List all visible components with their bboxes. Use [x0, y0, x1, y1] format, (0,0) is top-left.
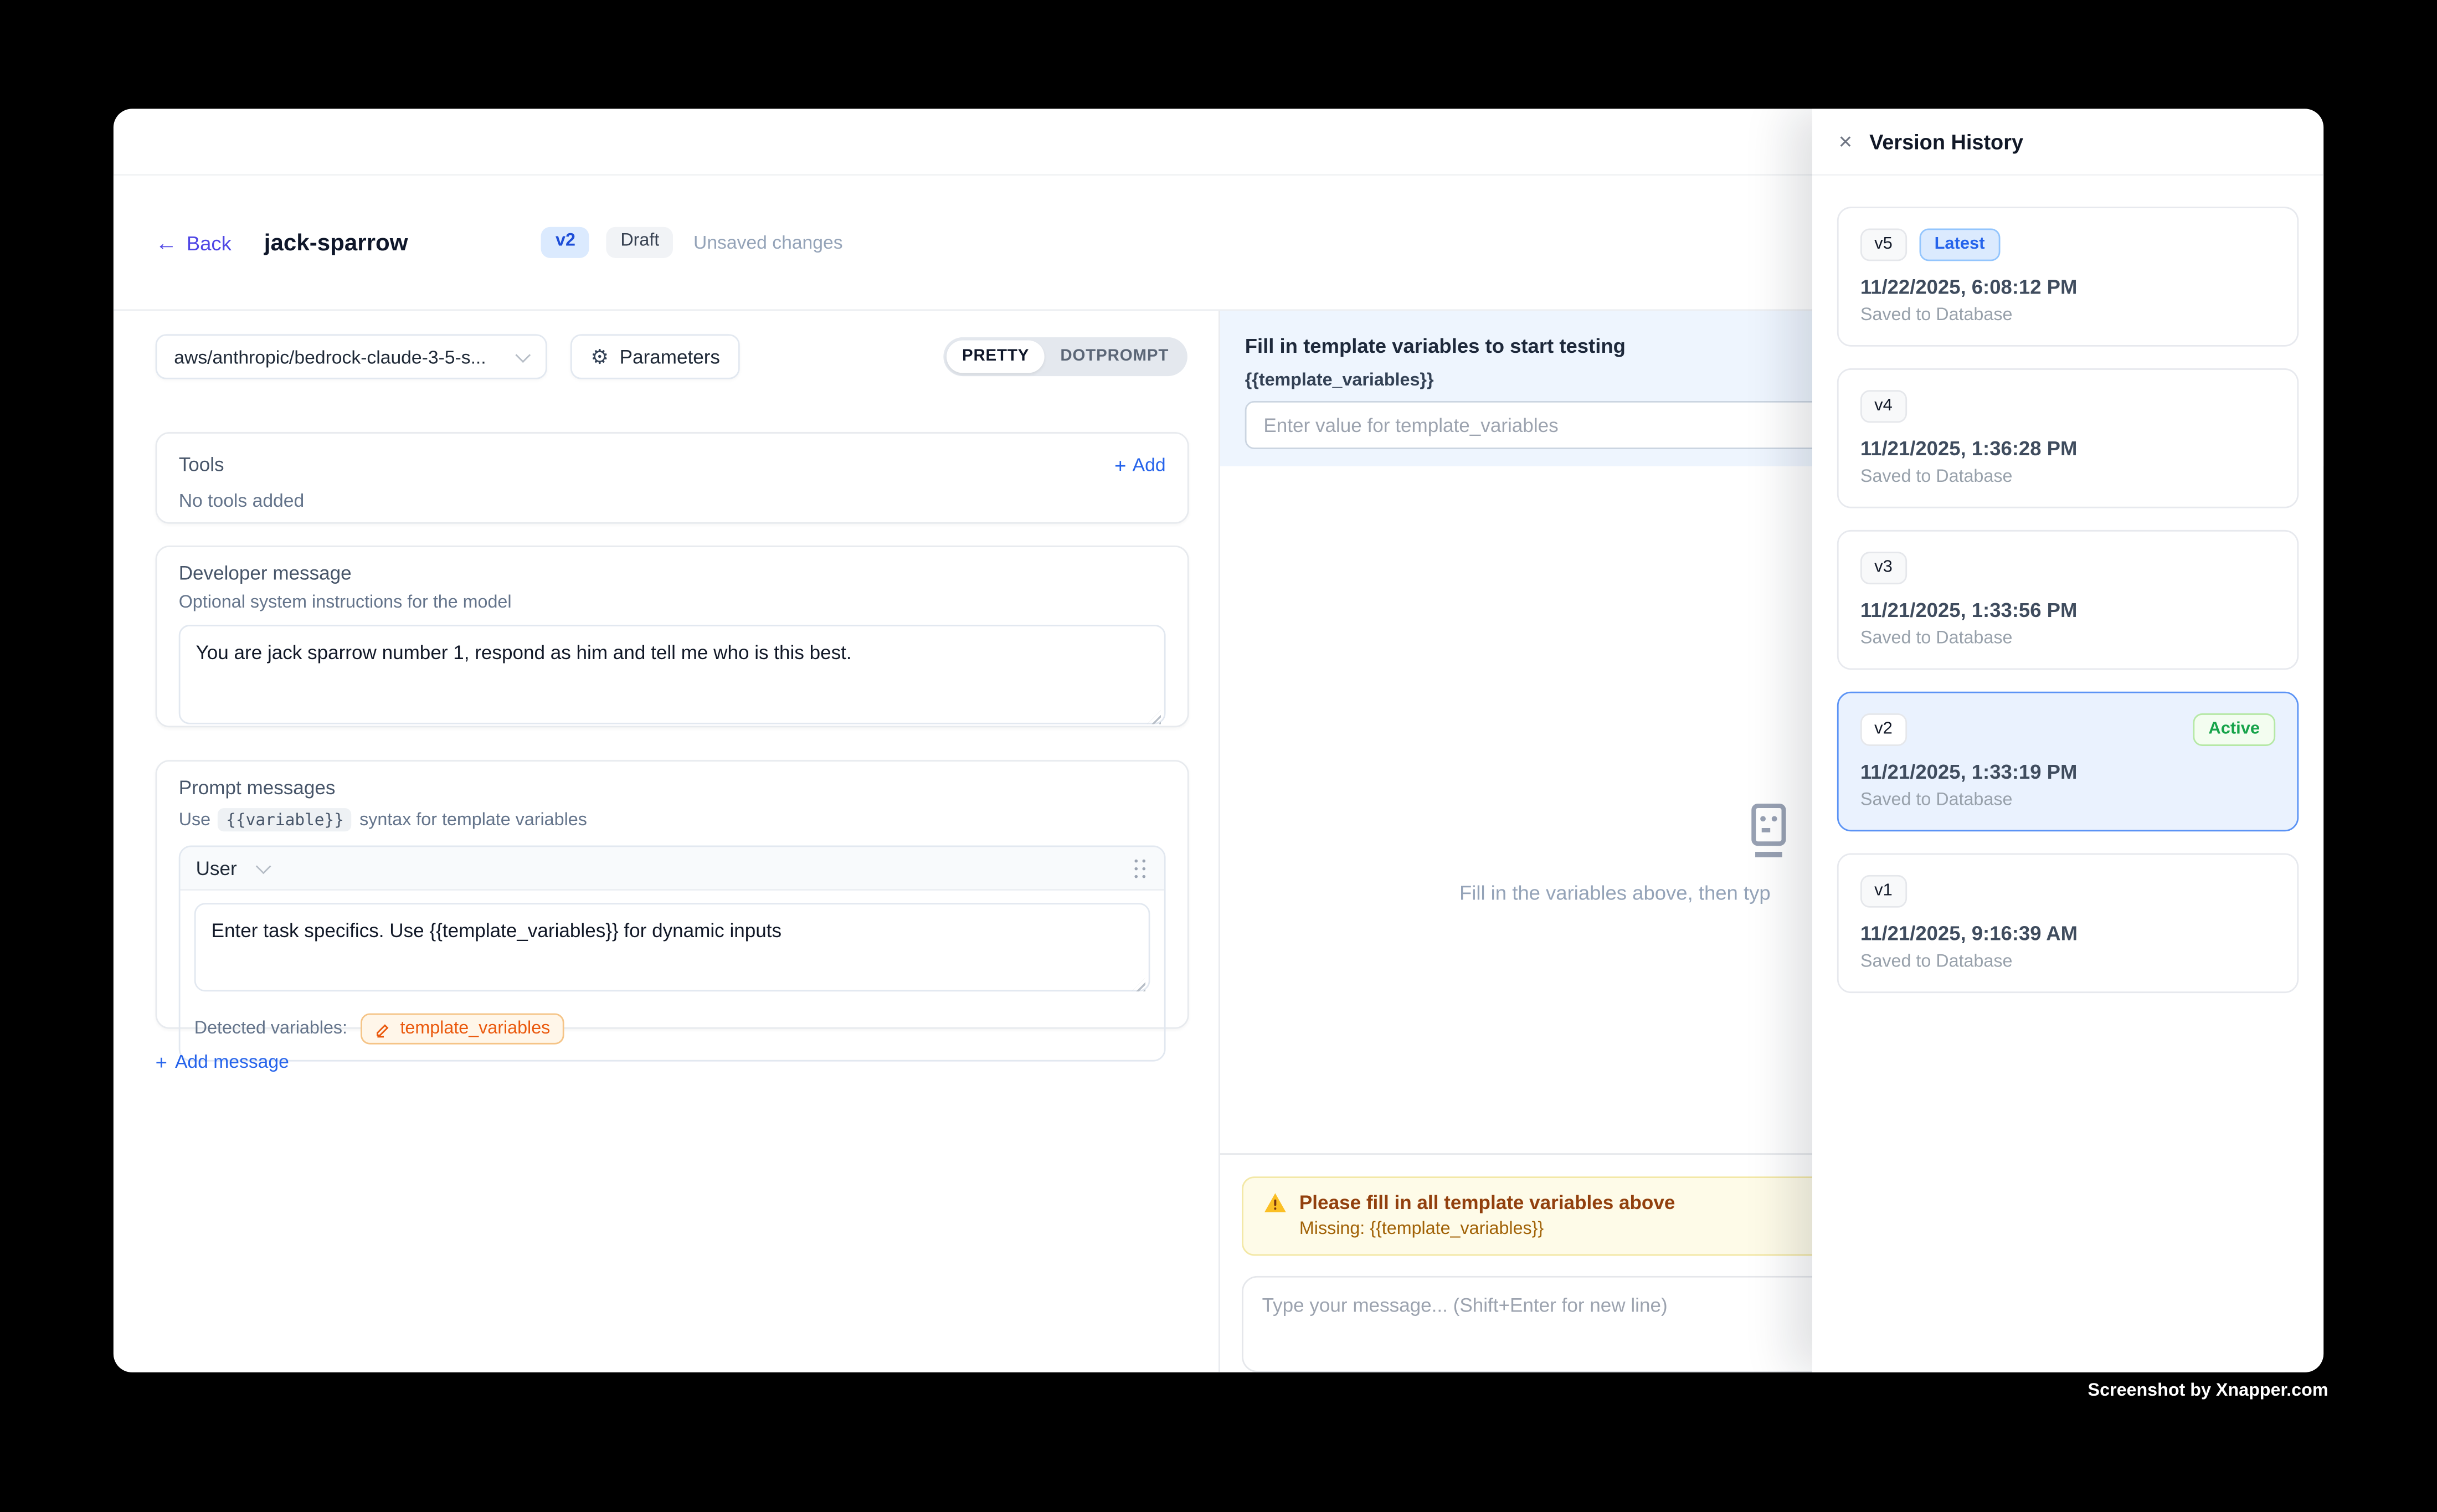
- add-tool-label: Add: [1133, 454, 1166, 475]
- tools-card: Tools + Add No tools added: [156, 432, 1189, 524]
- screenshot-canvas: ← Back jack-sparrow v2 Draft Unsaved cha…: [0, 0, 2437, 1512]
- model-selector-value: aws/anthropic/bedrock-claude-3-5-s...: [174, 346, 486, 367]
- tools-empty-text: No tools added: [179, 490, 1166, 511]
- version-id-badge: v5: [1860, 228, 1906, 261]
- bot-face-icon: [1737, 798, 1800, 863]
- version-status: Saved to Database: [1860, 468, 2275, 487]
- close-icon[interactable]: ×: [1839, 130, 1853, 153]
- page-title: jack-sparrow: [264, 229, 408, 256]
- role-selector[interactable]: User: [196, 857, 270, 879]
- prompt-message-block: User Enter task specifics. Use {{templat…: [179, 846, 1166, 1062]
- parameters-label: Parameters: [620, 346, 720, 367]
- plus-icon: +: [1114, 455, 1126, 475]
- role-selector-value: User: [196, 857, 237, 879]
- version-id-badge: v2: [1860, 713, 1906, 746]
- hint-prefix: Use: [179, 810, 210, 829]
- warning-triangle-icon: [1263, 1192, 1287, 1213]
- version-card-v3[interactable]: v3 11/21/2025, 1:33:56 PM Saved to Datab…: [1837, 530, 2299, 670]
- version-status: Saved to Database: [1860, 306, 2275, 325]
- version-list: v5 Latest 11/22/2025, 6:08:12 PM Saved t…: [1812, 176, 2323, 1046]
- prompt-messages-card: Prompt messages Use {{variable}} syntax …: [156, 760, 1189, 1028]
- chat-empty-text: Fill in the variables above, then typ: [1459, 881, 1771, 904]
- active-badge: Active: [2193, 713, 2275, 746]
- back-label: Back: [187, 231, 232, 254]
- add-tool-button[interactable]: + Add: [1114, 454, 1165, 475]
- drag-handle-icon[interactable]: [1133, 857, 1149, 879]
- unsaved-changes-label: Unsaved changes: [693, 232, 843, 253]
- developer-message-hint: Optional system instructions for the mod…: [179, 594, 1166, 613]
- prompt-message-textarea[interactable]: Enter task specifics. Use {{template_var…: [194, 903, 1150, 991]
- version-card-v1[interactable]: v1 11/21/2025, 9:16:39 AM Saved to Datab…: [1837, 853, 2299, 994]
- prompt-messages-hint: Use {{variable}} syntax for template var…: [179, 808, 1166, 831]
- editor-controls-row: aws/anthropic/bedrock-claude-3-5-s... ⚙ …: [156, 334, 1187, 379]
- developer-message-label: Developer message: [179, 563, 1166, 584]
- version-id-badge: v1: [1860, 875, 1906, 908]
- app-window: ← Back jack-sparrow v2 Draft Unsaved cha…: [114, 109, 2323, 1372]
- chevron-down-icon: [256, 858, 272, 873]
- version-history-header: × Version History: [1812, 109, 2323, 176]
- version-badge: v2: [542, 227, 589, 258]
- version-timestamp: 11/21/2025, 1:33:56 PM: [1860, 598, 2275, 621]
- tools-label: Tools: [179, 454, 224, 475]
- detected-variables-label: Detected variables:: [194, 1020, 347, 1038]
- version-timestamp: 11/21/2025, 1:36:28 PM: [1860, 437, 2275, 460]
- version-status: Saved to Database: [1860, 953, 2275, 971]
- toggle-pretty[interactable]: PRETTY: [947, 341, 1045, 373]
- gear-icon: ⚙: [590, 347, 609, 367]
- developer-message-textarea[interactable]: You are jack sparrow number 1, respond a…: [179, 625, 1166, 724]
- model-selector[interactable]: aws/anthropic/bedrock-claude-3-5-s...: [156, 334, 547, 379]
- template-variable-chip-label: template_variables: [400, 1020, 550, 1038]
- latest-badge: Latest: [1919, 228, 2001, 261]
- version-status: Saved to Database: [1860, 791, 2275, 810]
- version-history-title: Version History: [1869, 130, 2023, 153]
- template-variable-chip[interactable]: template_variables: [361, 1014, 564, 1045]
- version-timestamp: 11/21/2025, 9:16:39 AM: [1860, 922, 2275, 945]
- pencil-icon: [376, 1020, 393, 1037]
- add-message-label: Add message: [175, 1051, 289, 1072]
- version-timestamp: 11/21/2025, 1:33:19 PM: [1860, 760, 2275, 783]
- warning-title: Please fill in all template variables ab…: [1299, 1192, 1675, 1213]
- plus-icon: +: [156, 1051, 167, 1071]
- message-role-header: User: [181, 847, 1164, 891]
- version-timestamp: 11/22/2025, 6:08:12 PM: [1860, 275, 2275, 299]
- version-id-badge: v4: [1860, 390, 1906, 423]
- variable-syntax-chip: {{variable}}: [218, 808, 352, 831]
- toggle-dotprompt[interactable]: DOTPROMPT: [1045, 341, 1184, 373]
- hint-suffix: syntax for template variables: [359, 810, 587, 829]
- parameters-button[interactable]: ⚙ Parameters: [570, 334, 741, 379]
- version-card-v2[interactable]: v2 Active 11/21/2025, 1:33:19 PM Saved t…: [1837, 692, 2299, 832]
- version-id-badge: v3: [1860, 552, 1906, 584]
- add-message-button[interactable]: + Add message: [156, 1051, 289, 1072]
- version-history-panel: × Version History v5 Latest 11/22/2025, …: [1812, 109, 2323, 1372]
- version-card-v4[interactable]: v4 11/21/2025, 1:36:28 PM Saved to Datab…: [1837, 368, 2299, 508]
- developer-message-card: Developer message Optional system instru…: [156, 546, 1189, 727]
- watermark: Screenshot by Xnapper.com: [2088, 1382, 2328, 1401]
- back-button[interactable]: ← Back: [156, 231, 232, 254]
- format-toggle-group: PRETTY DOTPROMPT: [943, 338, 1187, 376]
- version-status: Saved to Database: [1860, 629, 2275, 648]
- version-card-v5[interactable]: v5 Latest 11/22/2025, 6:08:12 PM Saved t…: [1837, 207, 2299, 347]
- detected-variables-row: Detected variables: template_variables: [194, 1014, 1150, 1045]
- chevron-down-icon: [515, 347, 531, 362]
- back-arrow-icon: ←: [156, 232, 177, 253]
- prompt-editor-panel: aws/anthropic/bedrock-claude-3-5-s... ⚙ …: [114, 311, 1220, 1372]
- draft-badge: Draft: [606, 227, 673, 258]
- prompt-messages-label: Prompt messages: [179, 777, 1166, 799]
